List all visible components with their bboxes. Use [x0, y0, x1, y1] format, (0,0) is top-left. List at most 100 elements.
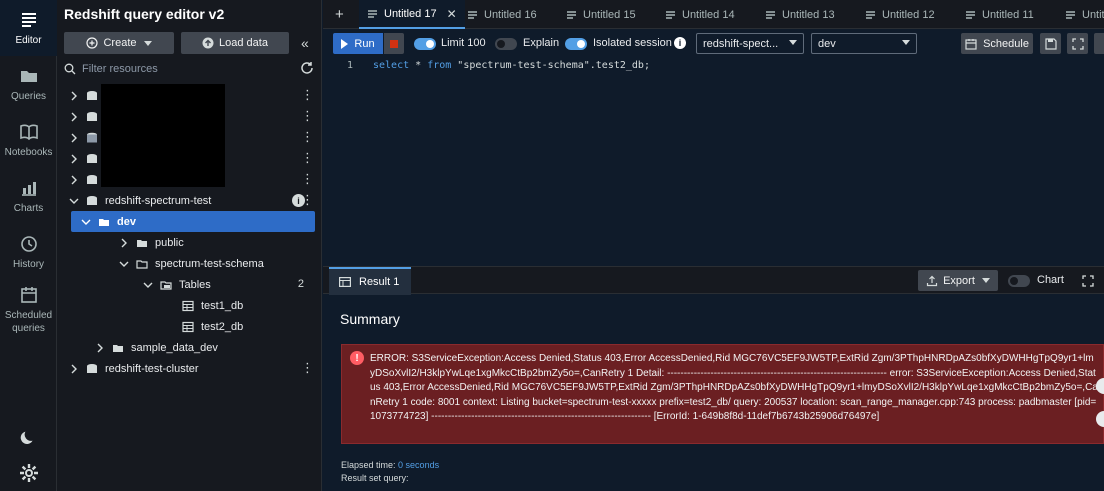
code-star: * — [409, 60, 428, 71]
elapsed-time: Elapsed time: 0 seconds — [341, 460, 439, 470]
export-button[interactable]: Export — [918, 270, 998, 291]
save-button[interactable] — [1040, 33, 1061, 54]
row-menu-icon[interactable]: ⋮ — [301, 88, 314, 102]
tree-row-db-sample[interactable]: sample_data_dev — [57, 337, 322, 358]
query-file-icon — [1066, 10, 1075, 19]
code-rest: "spectrum-test-schema".test2_db; — [451, 60, 650, 71]
rail-item-history[interactable]: History — [0, 224, 57, 280]
tab-result-1[interactable]: Result 1 — [329, 267, 411, 295]
tree-row-table-test1[interactable]: test1_db — [57, 295, 322, 316]
error-message: ERROR: S3ServiceException:Access Denied,… — [370, 353, 1098, 422]
query-file-icon — [567, 10, 576, 19]
chevron-down-icon — [81, 219, 91, 225]
tree-label: spectrum-test-schema — [155, 257, 264, 270]
limit-toggle[interactable] — [414, 38, 436, 50]
editor-toolbar: Run Limit 100 Explain Isolated session i… — [323, 29, 1104, 57]
chart-toggle[interactable] — [1008, 275, 1030, 287]
tab-untitled-10[interactable]: Untitl — [1065, 0, 1104, 29]
cluster-icon — [87, 153, 97, 163]
cluster-icon — [87, 195, 97, 205]
create-button[interactable]: Create — [64, 32, 174, 54]
info-icon[interactable]: i — [674, 37, 686, 49]
row-menu-icon[interactable]: ⋮ — [301, 151, 314, 165]
tree-row-schema-spectrum[interactable]: spectrum-test-schema — [57, 253, 322, 274]
folder-icon — [113, 344, 123, 352]
close-tab-icon[interactable]: ✕ — [447, 7, 457, 21]
chevron-down-icon — [902, 40, 910, 45]
tab-label: Untitled 14 — [682, 8, 735, 21]
settings-button[interactable] — [0, 463, 57, 483]
sql-editor[interactable]: 1 select * from "spectrum-test-schema".t… — [323, 57, 1104, 266]
more-button[interactable] — [1094, 33, 1104, 54]
upload-icon — [202, 37, 214, 49]
filter-resources — [64, 59, 294, 79]
rail-item-charts[interactable]: Charts — [0, 168, 57, 224]
add-tab-icon[interactable]: + — [335, 6, 344, 23]
chevron-down-icon — [143, 282, 153, 288]
rail-item-label: History — [12, 258, 45, 270]
row-menu-icon[interactable]: ⋮ — [301, 193, 314, 207]
database-value: dev — [818, 37, 836, 50]
row-menu-icon[interactable]: ⋮ — [301, 361, 314, 375]
gear-icon — [19, 464, 38, 482]
fullscreen-button[interactable] — [1067, 33, 1088, 54]
run-button[interactable]: Run — [333, 33, 383, 54]
tab-untitled-15[interactable]: Untitled 15 — [566, 0, 636, 29]
tab-label: Untitled 13 — [782, 8, 835, 21]
expand-icon[interactable] — [1082, 275, 1094, 287]
rail-item-editor[interactable]: Editor — [0, 0, 57, 56]
summary-title: Summary — [340, 311, 400, 327]
tree-label: sample_data_dev — [131, 341, 218, 354]
tab-untitled-12[interactable]: Untitled 12 — [865, 0, 935, 29]
chevron-down-icon — [143, 40, 152, 46]
row-menu-icon[interactable]: ⋮ — [301, 130, 314, 144]
play-icon — [341, 38, 349, 49]
chevron-right-icon — [97, 343, 103, 352]
tree-row-cluster-test[interactable]: redshift-test-cluster ⋮ — [57, 358, 322, 379]
rail-item-notebooks[interactable]: Notebooks — [0, 112, 57, 168]
database-select[interactable]: dev — [811, 33, 917, 54]
theme-toggle[interactable] — [0, 428, 57, 446]
table-icon — [182, 300, 194, 311]
tab-label: Untitled 12 — [882, 8, 935, 21]
query-file-icon — [766, 10, 775, 19]
schedule-button[interactable]: Schedule — [961, 33, 1033, 54]
query-file-icon — [666, 10, 675, 19]
refresh-icon[interactable] — [300, 61, 314, 75]
rail-item-scheduled-queries[interactable]: Scheduled queries — [0, 280, 57, 340]
connection-select[interactable]: redshift-spect... — [696, 33, 804, 54]
tree-row-tables[interactable]: Tables 2 — [57, 274, 322, 295]
filter-input[interactable] — [82, 63, 282, 75]
isolated-session-label: Isolated session — [593, 37, 672, 49]
tab-label: Untitl — [1082, 8, 1104, 21]
elapsed-value[interactable]: 0 seconds — [398, 460, 439, 470]
load-data-button[interactable]: Load data — [181, 32, 289, 54]
tab-untitled-16[interactable]: Untitled 16 — [467, 0, 537, 29]
isolated-session-toggle[interactable] — [565, 38, 587, 50]
folder-open-icon — [136, 259, 148, 269]
tree-row-schema-public[interactable]: public — [57, 232, 322, 253]
stop-button[interactable] — [384, 33, 404, 54]
chevron-down-icon — [789, 40, 797, 45]
row-menu-icon[interactable]: ⋮ — [301, 109, 314, 123]
chevron-right-icon — [71, 154, 77, 163]
tree-row-db-dev[interactable]: dev — [71, 211, 315, 232]
resource-panel: Redshift query editor v2 Create Load dat… — [57, 0, 322, 491]
error-alert: ! ERROR: S3ServiceException:Access Denie… — [341, 344, 1104, 444]
tab-untitled-17[interactable]: Untitled 17 ✕ — [359, 0, 465, 29]
query-tabs: + Untitled 17 ✕ Untitled 16 Untitled 15 … — [323, 0, 1104, 29]
rail-item-label: Charts — [13, 202, 44, 214]
create-label: Create — [103, 37, 137, 49]
chevron-down-icon — [981, 278, 990, 283]
tab-untitled-13[interactable]: Untitled 13 — [765, 0, 835, 29]
explain-toggle[interactable] — [495, 38, 517, 50]
chevron-down-icon — [119, 261, 129, 267]
row-menu-icon[interactable]: ⋮ — [301, 172, 314, 186]
tab-untitled-11[interactable]: Untitled 11 — [965, 0, 1034, 29]
tab-untitled-14[interactable]: Untitled 14 — [665, 0, 735, 29]
tree-row-table-test2[interactable]: test2_db — [57, 316, 322, 337]
rail-item-queries[interactable]: Queries — [0, 56, 57, 112]
chevron-right-icon — [121, 238, 127, 247]
tree-row-cluster-spectrum[interactable]: redshift-spectrum-test i ⋮ — [57, 190, 322, 211]
collapse-panel-icon[interactable]: « — [301, 35, 309, 51]
